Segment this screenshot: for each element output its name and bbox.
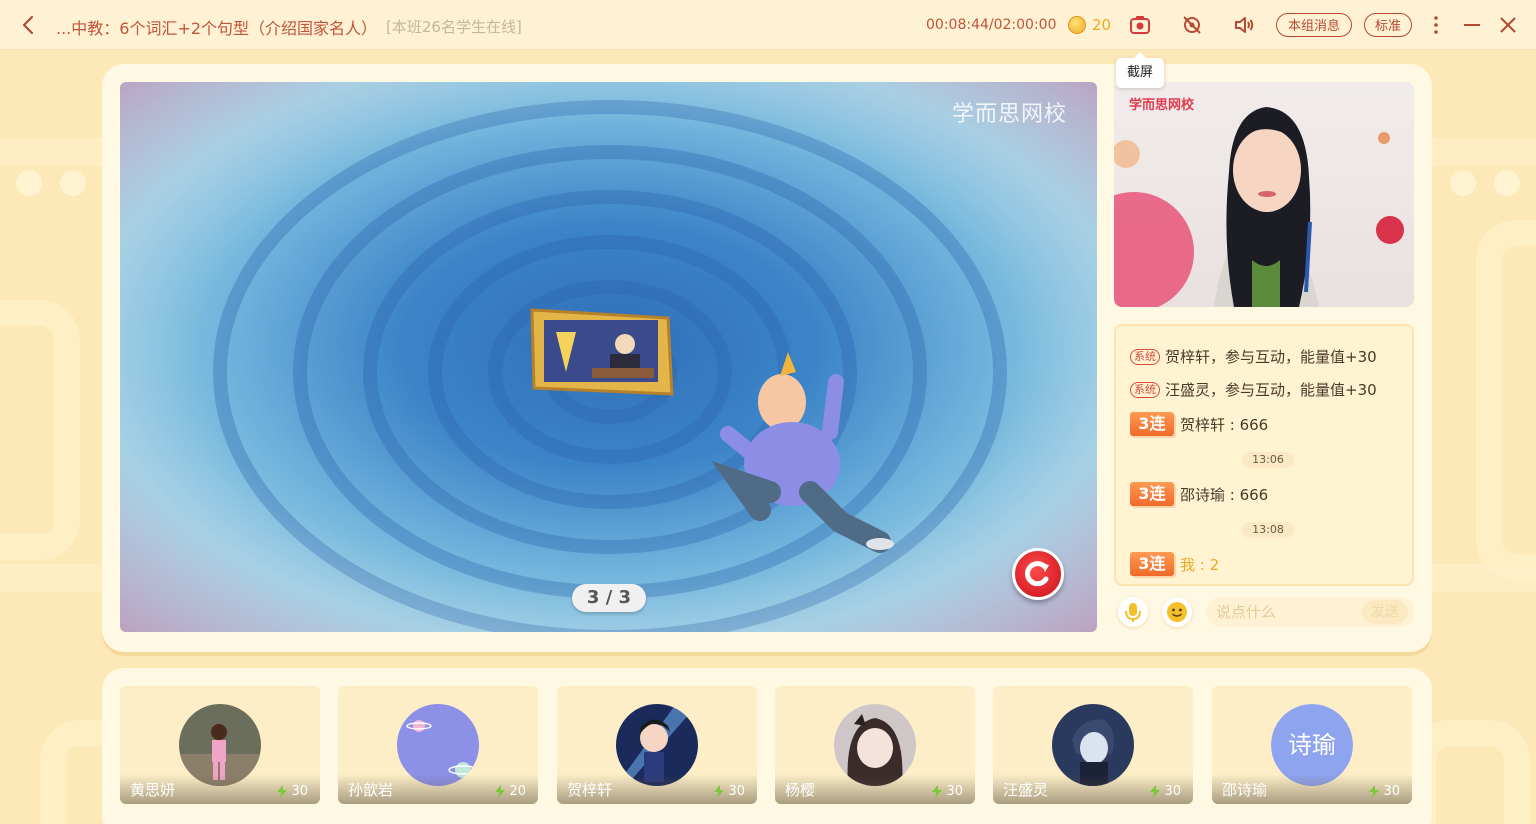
student-name: 邵诗瑜	[1222, 781, 1268, 799]
quality-button[interactable]: 标准	[1364, 13, 1412, 37]
student-name: 贺梓轩	[567, 781, 613, 799]
swirl-background	[120, 82, 1097, 632]
system-message-text: 贺梓轩，参与互动，能量值+30	[1165, 348, 1377, 366]
student-card[interactable]: 贺梓轩 30	[557, 686, 757, 804]
student-name: 黄思妍	[130, 781, 176, 799]
chat-combo-message: 3连 贺梓轩 : 666	[1130, 412, 1268, 436]
chat-system-message: 系统 汪盛灵，参与互动，能量值+30	[1130, 379, 1377, 400]
emoji-button[interactable]	[1162, 597, 1192, 627]
combo-badge: 3连	[1130, 552, 1174, 576]
lesson-title: ...中教：6个词汇+2个句型（介绍国家名人）	[56, 19, 378, 38]
energy-bolt-icon	[932, 785, 943, 798]
screenshot-camera-icon[interactable]	[1128, 13, 1152, 37]
student-energy: 20	[495, 784, 526, 799]
chat-panel: 系统 贺梓轩，参与互动，能量值+30 系统 汪盛灵，参与互动，能量值+30 3连…	[1114, 324, 1414, 586]
stage-brand-watermark: 学而思网校	[951, 102, 1067, 127]
microphone-button[interactable]	[1118, 597, 1148, 627]
lesson-timer: 00:08:44/02:00:00	[926, 17, 1057, 33]
chat-message-text: 我 : 2	[1180, 555, 1220, 574]
top-bar: ...中教：6个词汇+2个句型（介绍国家名人） [本班26名学生在线] 00:0…	[0, 0, 1536, 50]
student-name: 汪盛灵	[1003, 781, 1049, 799]
student-name: 孙歆岩	[348, 781, 394, 799]
energy-bolt-icon	[1150, 785, 1161, 798]
system-tag: 系统	[1130, 381, 1160, 398]
teacher-video: 学而思网校	[1114, 82, 1414, 307]
chat-timestamp: 13:08	[1242, 522, 1294, 538]
chat-timestamp: 13:06	[1242, 452, 1294, 468]
chat-combo-message: 3连 邵诗瑜 : 666	[1130, 482, 1268, 506]
screenshot-tooltip: 截屏	[1116, 52, 1164, 88]
student-card[interactable]: 杨樱 30	[775, 686, 975, 804]
smiley-icon	[1167, 602, 1187, 622]
chat-system-message: 系统 贺梓轩，参与互动，能量值+30	[1130, 346, 1377, 367]
group-message-button[interactable]: 本组消息	[1276, 13, 1352, 37]
student-card[interactable]: 孙歆岩 20	[338, 686, 538, 804]
more-icon[interactable]	[1424, 13, 1448, 37]
student-energy: 30	[277, 784, 308, 799]
microphone-icon	[1125, 603, 1141, 622]
online-count: [本班26名学生在线]	[386, 18, 522, 36]
energy-bolt-icon	[495, 785, 506, 798]
energy-bolt-icon	[1369, 785, 1380, 798]
replay-button[interactable]	[1012, 548, 1064, 600]
courseware-stage[interactable]: 学而思网校 3 / 3	[120, 82, 1097, 632]
chat-message-text: 贺梓轩 : 666	[1180, 415, 1269, 434]
combo-badge: 3连	[1130, 412, 1174, 436]
chat-message-text: 邵诗瑜 : 666	[1180, 485, 1269, 504]
student-energy: 30	[932, 784, 963, 799]
student-energy: 30	[1369, 784, 1400, 799]
camera-off-icon[interactable]	[1180, 13, 1204, 37]
coin-count: 20	[1092, 16, 1112, 34]
close-icon[interactable]	[1496, 13, 1520, 37]
energy-bolt-icon	[277, 785, 288, 798]
chat-combo-message: 3连 我 : 2	[1130, 552, 1219, 576]
coin-icon	[1068, 16, 1086, 34]
page-indicator: 3 / 3	[572, 584, 646, 612]
system-message-text: 汪盛灵，参与互动，能量值+30	[1165, 381, 1377, 399]
portrait-frame-illustration	[530, 308, 674, 396]
replay-icon	[1025, 561, 1049, 587]
student-energy: 30	[1150, 784, 1181, 799]
student-card[interactable]: 黄思妍 30	[120, 686, 320, 804]
volume-icon[interactable]	[1232, 13, 1256, 37]
minimize-icon[interactable]	[1460, 13, 1484, 37]
student-card[interactable]: 诗瑜 邵诗瑜 30	[1212, 686, 1412, 804]
combo-badge: 3连	[1130, 482, 1174, 506]
back-arrow-icon[interactable]	[18, 13, 40, 37]
teacher-cam-brand: 学而思网校	[1129, 98, 1195, 113]
student-card[interactable]: 汪盛灵 30	[993, 686, 1193, 804]
system-tag: 系统	[1130, 348, 1160, 365]
student-name: 杨樱	[785, 781, 816, 799]
student-energy: 30	[714, 784, 745, 799]
energy-bolt-icon	[714, 785, 725, 798]
teacher-illustration	[1114, 107, 1404, 307]
send-button[interactable]: 发送	[1362, 600, 1408, 624]
